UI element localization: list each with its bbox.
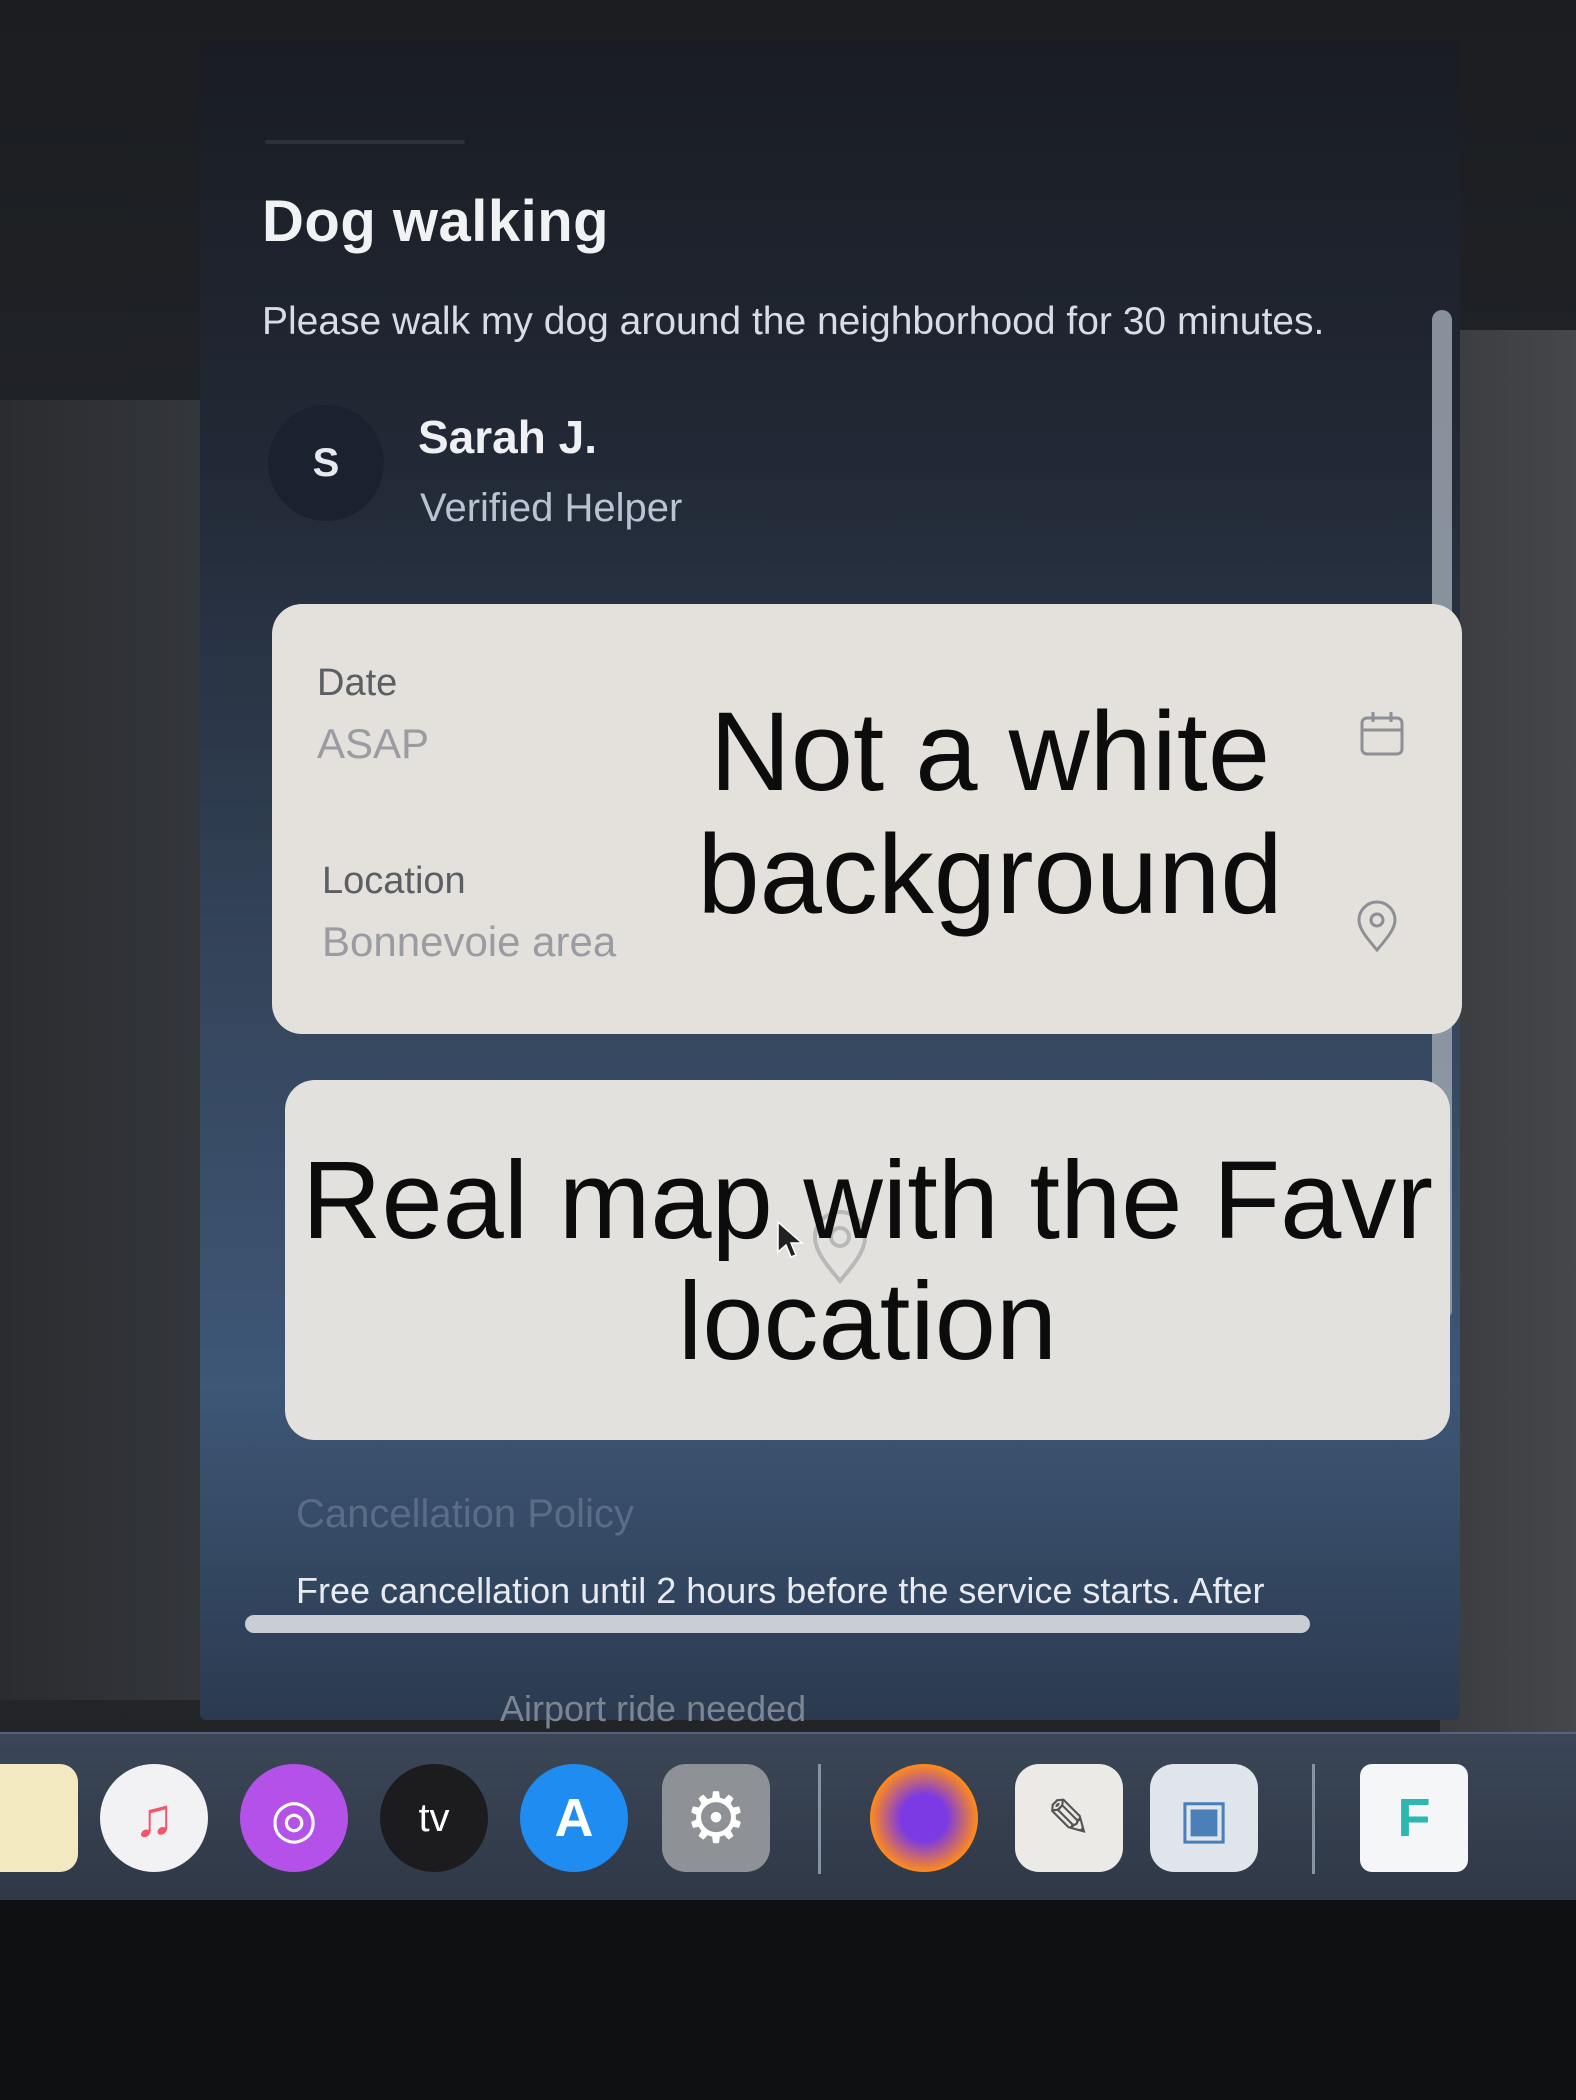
tv-icon[interactable]: tv (380, 1764, 488, 1872)
sheet-handle[interactable] (265, 140, 465, 144)
map-placeholder-card[interactable]: Real map with the Favr location (285, 1080, 1450, 1440)
background-window-right (1440, 330, 1576, 1750)
date-field[interactable]: ASAP (317, 720, 429, 768)
horizontal-scrollbar[interactable] (245, 1615, 1310, 1633)
date-label: Date (317, 662, 398, 704)
screen: Dog walking Please walk my dog around th… (0, 0, 1576, 2100)
calendar-icon[interactable] (1352, 704, 1412, 764)
annotation-map-note: Real map with the Favr location (302, 1139, 1433, 1383)
textedit-icon[interactable]: ✎ (1015, 1764, 1123, 1872)
dock: ♫ ◎ tv A ⚙ ● ✎ ▣ F (0, 1732, 1576, 1904)
settings-icon[interactable]: ⚙ (662, 1764, 770, 1872)
task-title: Dog walking (262, 189, 610, 254)
app-store-icon[interactable]: A (520, 1764, 628, 1872)
location-label: Location (322, 860, 466, 902)
monitor-bezel (0, 1900, 1576, 2100)
preview-icon[interactable]: ▣ (1150, 1764, 1258, 1872)
cancellation-policy-title: Cancellation Policy (296, 1492, 634, 1536)
podcasts-icon[interactable]: ◎ (240, 1764, 348, 1872)
location-field[interactable]: Bonnevoie area (322, 918, 616, 966)
task-description: Please walk my dog around the neighborho… (262, 300, 1325, 343)
map-pin-icon[interactable] (1347, 896, 1407, 956)
dock-separator (818, 1764, 821, 1874)
notes-icon[interactable] (0, 1764, 78, 1872)
cancellation-policy-text: Free cancellation until 2 hours before t… (296, 1570, 1265, 1611)
firefox-icon[interactable]: ● (870, 1764, 978, 1872)
annotation-background-note: Not a white background (697, 689, 1283, 938)
music-icon[interactable]: ♫ (100, 1764, 208, 1872)
helper-avatar: S (268, 405, 384, 521)
favr-icon[interactable]: F (1360, 1764, 1468, 1872)
background-window-left (0, 400, 215, 1700)
helper-badge: Verified Helper (420, 486, 683, 530)
dock-separator (1312, 1764, 1315, 1874)
helper-name: Sarah J. (418, 411, 597, 463)
background-task-title[interactable]: Airport ride needed (500, 1688, 806, 1730)
